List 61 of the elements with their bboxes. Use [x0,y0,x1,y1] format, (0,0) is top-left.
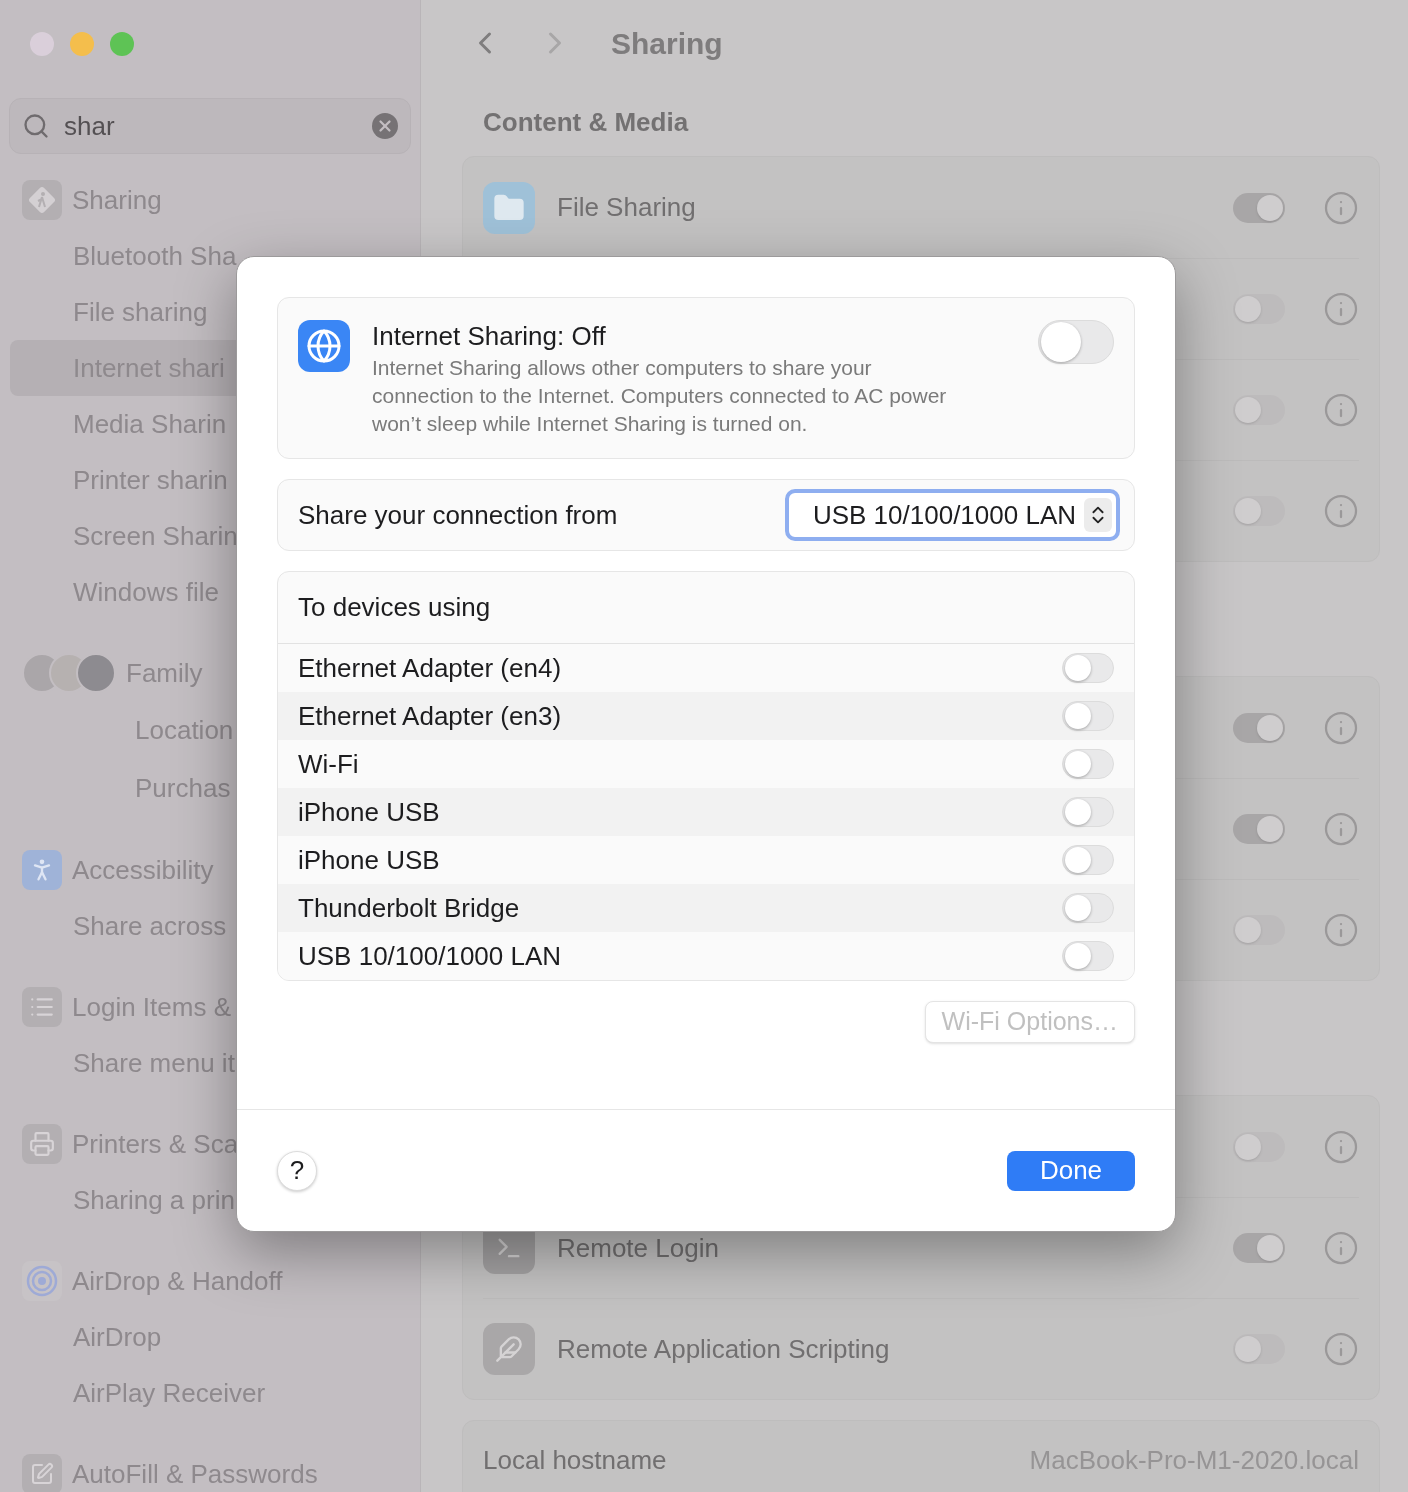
toggle-switch[interactable] [1233,192,1285,223]
toggle-switch[interactable] [1062,941,1114,971]
info-icon[interactable] [1323,1331,1359,1367]
device-label: Ethernet Adapter (en3) [298,699,563,733]
accessibility-icon [22,850,62,890]
printer-icon [22,1124,62,1164]
updown-icon [1084,498,1112,532]
device-label: Thunderbolt Bridge [298,891,521,925]
info-icon[interactable] [1323,811,1359,847]
toggle-switch[interactable] [1038,320,1114,364]
source-label: Share your connection from [298,498,619,532]
info-icon[interactable] [1323,709,1359,746]
device-label: USB 10/100/1000 LAN [298,939,563,973]
toggle-switch[interactable] [1062,653,1114,683]
toggle-switch[interactable] [1062,893,1114,923]
search-icon [22,112,50,140]
info-icon[interactable] [1323,493,1359,529]
toggle-switch[interactable] [1233,395,1285,425]
info-icon[interactable] [1323,392,1359,428]
device-label: Ethernet Adapter (en4) [298,651,563,685]
clear-search-button[interactable] [372,113,398,139]
section-title: Content & Media [482,105,690,139]
window-control-button[interactable] [30,32,54,56]
setting-label: Remote Login [557,1231,719,1265]
device-label: Wi-Fi [298,747,360,781]
help-button[interactable]: ? [277,1150,317,1191]
toggle-switch[interactable] [1233,1334,1285,1364]
globe-icon [298,320,350,372]
window-control-button[interactable] [110,32,134,56]
toggle-switch[interactable] [1233,712,1285,743]
toggle-switch[interactable] [1062,845,1114,875]
search-field[interactable]: shar [9,98,411,154]
info-icon[interactable] [1323,912,1359,948]
info-icon[interactable] [1323,291,1359,327]
toggle-switch[interactable] [1062,797,1114,827]
list-icon [22,987,62,1027]
setting-label: File Sharing [557,191,696,224]
toggle-switch[interactable] [1233,814,1285,844]
device-label: iPhone USB [298,795,441,829]
diamond-person-icon [22,180,62,220]
info-icon[interactable] [1323,1230,1359,1266]
x-icon [376,117,394,135]
info-icon[interactable] [1323,1128,1359,1165]
done-button[interactable]: Done [1007,1150,1135,1191]
toggle-switch[interactable] [1062,701,1114,731]
device-label: iPhone USB [298,843,441,877]
info-icon[interactable] [1323,189,1359,226]
page-title: Sharing [611,25,723,62]
source-dropdown[interactable]: USB 10/100/1000 LAN [784,489,1120,541]
toggle-switch[interactable] [1233,496,1285,526]
toggle-switch[interactable] [1233,294,1285,324]
toggle-switch[interactable] [1233,915,1285,945]
toggle-switch[interactable] [1233,1131,1285,1162]
toggle-switch[interactable] [1233,1233,1285,1263]
setting-label: Remote Application Scripting [557,1332,890,1366]
hostname-label: Local hostname [483,1444,667,1477]
window-control-button[interactable] [70,32,94,56]
family-avatars-icon [22,653,116,693]
quill-icon [483,1323,535,1375]
folder-icon [483,181,535,234]
toggle-switch[interactable] [1062,749,1114,779]
